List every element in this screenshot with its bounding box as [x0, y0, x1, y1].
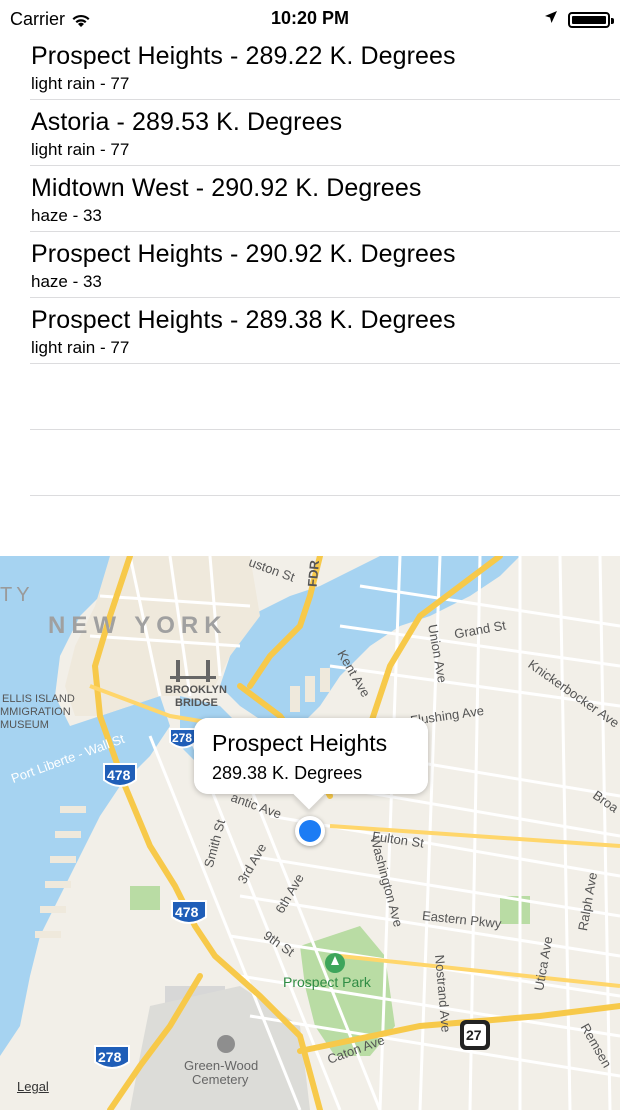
- list-item-subtitle: haze - 33: [31, 272, 102, 291]
- map-label-ellis-2: MMIGRATION: [0, 706, 71, 718]
- map-label-fdr: FDR: [304, 559, 322, 588]
- list-item-title: Prospect Heights - 290.92 K. Degrees: [31, 240, 456, 268]
- list-item-subtitle: light rain - 77: [31, 140, 130, 159]
- list-item-title: Prospect Heights - 289.22 K. Degrees: [31, 42, 456, 70]
- map-label-green-wood-1: Green-Wood: [184, 1058, 259, 1073]
- shield-route-27: 27: [466, 1027, 482, 1043]
- list-item-title: Astoria - 289.53 K. Degrees: [31, 108, 343, 136]
- list-item-title: Midtown West - 290.92 K. Degrees: [31, 174, 422, 202]
- user-location-dot: [299, 820, 321, 842]
- map-label-brooklyn-bridge-2: BRIDGE: [175, 697, 218, 709]
- callout-title: Prospect Heights: [212, 730, 388, 756]
- map-label-new-york: NEW YORK: [48, 612, 228, 639]
- callout-subtitle: 289.38 K. Degrees: [212, 763, 363, 783]
- map-label-ellis-1: ELLIS ISLAND: [2, 693, 75, 705]
- map-label-city-fragment: TY: [0, 584, 34, 606]
- shield-i478-a: 478: [107, 767, 131, 783]
- list-item[interactable]: Prospect Heights - 290.92 K. Degrees haze…: [30, 232, 620, 298]
- location-arrow-icon: [544, 10, 558, 29]
- battery-level: [572, 15, 606, 24]
- list-item[interactable]: Astoria - 289.53 K. Degrees light rain - …: [30, 100, 620, 166]
- shield-i278-bottom: 278: [98, 1049, 122, 1065]
- list-item[interactable]: [30, 430, 620, 496]
- map-label-brooklyn-bridge-1: BROOKLYN: [165, 684, 227, 696]
- list-item-title: Prospect Heights - 289.38 K. Degrees: [31, 306, 456, 334]
- list-item[interactable]: Midtown West - 290.92 K. Degrees haze - 3…: [30, 166, 620, 232]
- map-label-ellis-3: MUSEUM: [0, 719, 49, 731]
- weather-list[interactable]: Prospect Heights - 289.22 K. Degrees ligh…: [0, 34, 620, 496]
- user-location-marker[interactable]: [295, 816, 325, 846]
- status-right-group: [544, 10, 614, 29]
- list-item[interactable]: Prospect Heights - 289.38 K. Degrees ligh…: [30, 298, 620, 364]
- map-label-prospect-park: Prospect Park: [283, 974, 371, 990]
- list-item[interactable]: Prospect Heights - 289.22 K. Degrees ligh…: [30, 34, 620, 100]
- list-item[interactable]: [30, 364, 620, 430]
- legal-link[interactable]: Legal: [17, 1079, 49, 1094]
- status-time: 10:20 PM: [270, 8, 350, 28]
- map-label-green-wood-2: Cemetery: [192, 1072, 249, 1087]
- shield-i478-b: 478: [175, 904, 199, 920]
- map-callout[interactable]: Prospect Heights 289.38 K. Degrees: [194, 718, 428, 810]
- list-item-subtitle: haze - 33: [31, 206, 102, 225]
- shield-i278-top: 278: [172, 731, 193, 745]
- list-item-subtitle: light rain - 77: [31, 74, 130, 93]
- list-item-subtitle: light rain - 77: [31, 338, 130, 357]
- battery-icon: [568, 11, 614, 28]
